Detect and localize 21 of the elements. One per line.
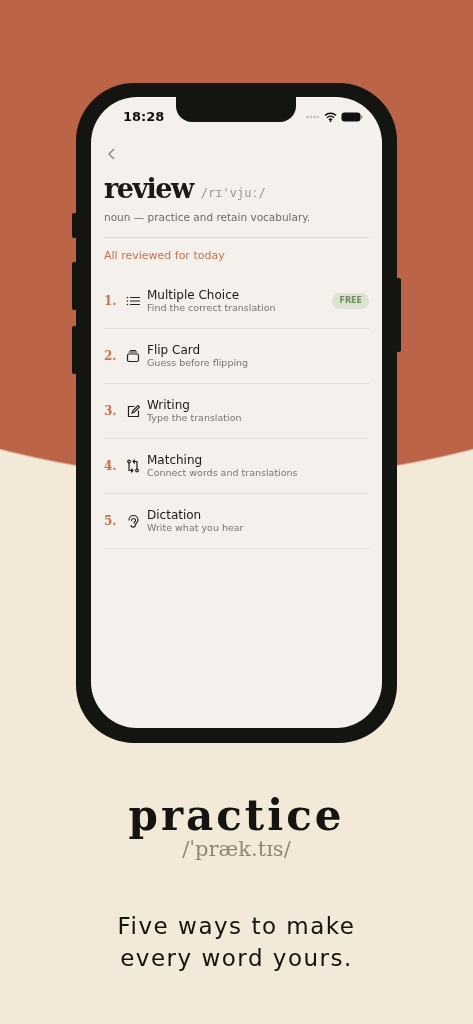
status-message: All reviewed for today: [104, 247, 226, 264]
status-time: 18:28: [123, 108, 165, 127]
exercise-item[interactable]: 2. Flip Card Guess before flipping: [104, 329, 369, 385]
wifi-icon: [324, 112, 337, 122]
battery-icon: [341, 112, 363, 122]
ear-icon: [126, 514, 140, 529]
headline-pronunciation: /ˈpræk.tɪs/: [182, 839, 291, 861]
free-tag: FREE: [332, 293, 369, 310]
word-title: review: [104, 175, 193, 202]
edit-icon: [126, 404, 140, 419]
word-pronunciation: /rɪ'vjuː/: [200, 185, 266, 202]
tagline: Five ways to make every word yours.: [116, 912, 357, 974]
exercise-item[interactable]: 1. Multiple Choice Find the correct translation FREE: [104, 274, 369, 330]
exercise-item[interactable]: 5. Dictation Write what you hear: [104, 494, 369, 550]
word-definition: noun — practice and retain vocabulary.: [104, 210, 312, 225]
exercise-item[interactable]: 4. Matching Connect words and translations: [104, 439, 369, 495]
swap-icon: [126, 459, 140, 474]
signal-icon: [306, 115, 320, 119]
card-icon: [126, 349, 140, 364]
headline-word: practice: [127, 793, 346, 840]
exercise-item[interactable]: 3. Writing Type the translation: [104, 384, 369, 440]
